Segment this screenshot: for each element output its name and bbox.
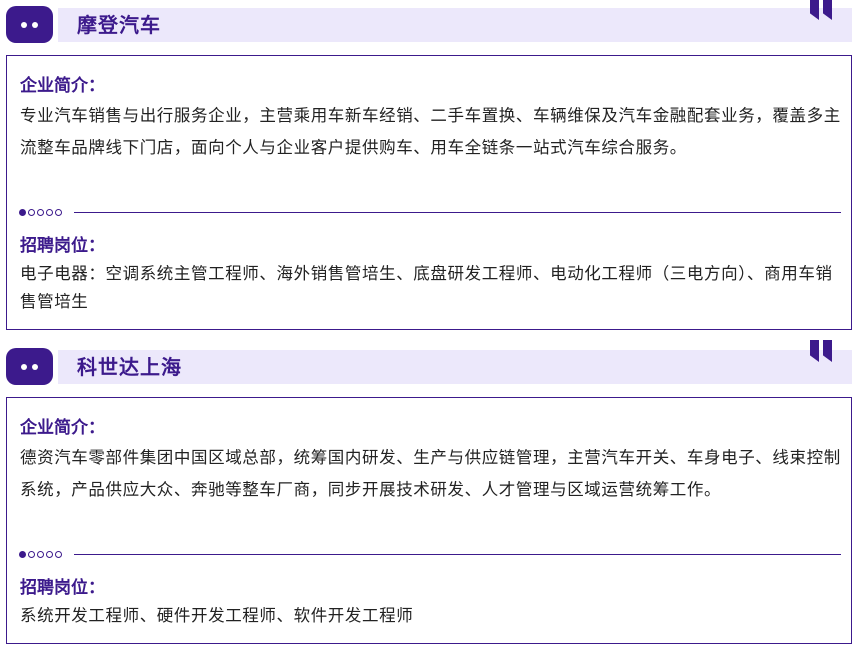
divider-line — [74, 554, 841, 555]
company-section: 摩登汽车 企业简介： 专业汽车销售与出行服务企业，主营乘用车新车经销、二手车置换… — [0, 0, 856, 330]
company-card: 企业简介： 德资汽车零部件集团中国区域总部，统筹国内研发、生产与供应链管理，主营… — [6, 397, 852, 644]
company-section: 科世达上海 企业简介： 德资汽车零部件集团中国区域总部，统筹国内研发、生产与供应… — [0, 340, 856, 644]
section-divider — [19, 207, 841, 217]
dots-indicator-icon — [19, 549, 62, 559]
intro-label: 企业简介： — [20, 76, 105, 96]
company-header: 科世达上海 — [0, 340, 856, 389]
company-card: 企业简介： 专业汽车销售与出行服务企业，主营乘用车新车经销、二手车置换、车辆维保… — [6, 55, 852, 330]
intro-label: 企业简介： — [20, 418, 105, 438]
company-header: 摩登汽车 — [0, 0, 856, 47]
quote-mark-icon — [810, 340, 834, 362]
jobs-text: 系统开发工程师、硬件开发工程师、软件开发工程师 — [20, 606, 414, 625]
dots-indicator-icon — [19, 207, 62, 217]
jobs-text: 电子电器：空调系统主管工程师、海外销售管培生、底盘研发工程师、电动化工程师（三电… — [20, 264, 833, 311]
intro-text: 专业汽车销售与出行服务企业，主营乘用车新车经销、二手车置换、车辆维保及汽车金融配… — [20, 106, 841, 157]
company-name: 摩登汽车 — [77, 13, 161, 37]
section-divider — [19, 549, 841, 559]
header-bar — [58, 8, 852, 42]
company-name: 科世达上海 — [77, 355, 182, 379]
intro-text: 德资汽车零部件集团中国区域总部，统筹国内研发、生产与供应链管理，主营汽车开关、车… — [20, 448, 841, 499]
two-dots-icon — [6, 348, 53, 385]
jobs-label: 招聘岗位： — [20, 236, 105, 256]
quote-mark-icon — [810, 0, 834, 20]
divider-line — [74, 212, 841, 213]
jobs-label: 招聘岗位： — [20, 578, 105, 598]
two-dots-icon — [6, 6, 53, 43]
